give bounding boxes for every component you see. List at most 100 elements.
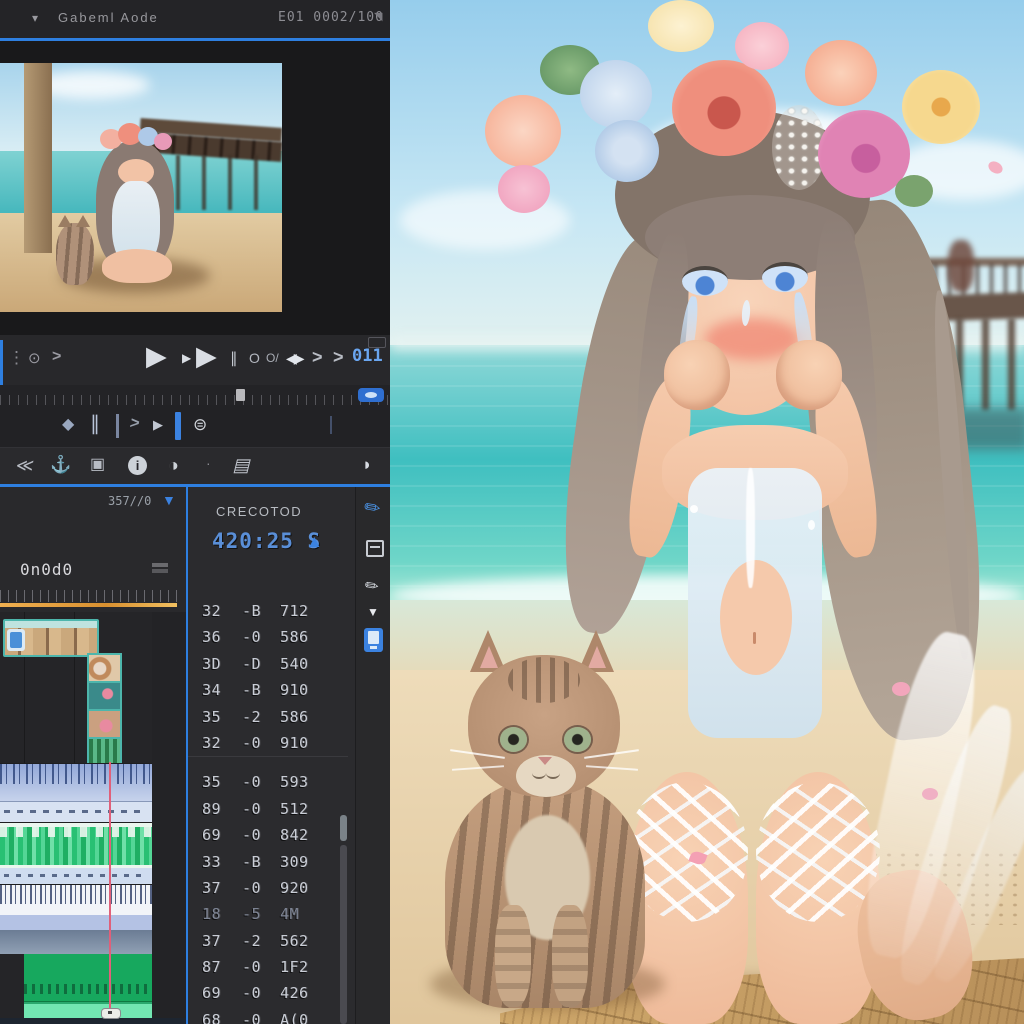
keyframe-diamond-icon[interactable]: ◆ [62, 417, 74, 433]
waveform-peaks [0, 827, 152, 837]
details-header: CRECOTOD [216, 504, 303, 519]
caret-down-icon[interactable]: ▼ [367, 606, 379, 618]
label-strip[interactable] [0, 801, 152, 823]
data-row[interactable]: 69 -0 842 [188, 822, 348, 848]
data-row[interactable]: 32 -0 910 [188, 730, 348, 758]
data-row[interactable]: 3D -D 540 [188, 651, 348, 677]
stop-ring-icon[interactable]: O [249, 351, 260, 365]
girl-fist-left [664, 340, 730, 410]
tick-icon: · [206, 455, 211, 471]
trim-icon[interactable]: ◀▶ [286, 351, 304, 365]
faint-bar-icon [330, 416, 332, 434]
tool-row: ≪ ⚓ ▣ i ◑ · ▤ ◗ [0, 448, 390, 484]
slate-band[interactable] [0, 930, 152, 954]
next-chevron-icon[interactable]: > [312, 348, 323, 366]
data-row[interactable]: 69 -0 426 [188, 980, 348, 1006]
render-badge-icon[interactable] [358, 388, 384, 402]
data-row[interactable]: 18 -5 4M [188, 901, 348, 927]
loop-icon[interactable]: O/ [266, 352, 279, 364]
waveform-dark [0, 885, 152, 904]
data-row[interactable]: 89 -0 512 [188, 796, 348, 822]
single-bar-icon[interactable] [116, 414, 119, 438]
crescent-icon[interactable]: ◗ [362, 456, 372, 473]
label-strip-2[interactable] [0, 868, 152, 884]
panel-frame-icon[interactable] [366, 540, 384, 557]
frame-icon[interactable]: ▣ [90, 457, 105, 473]
artwork-panel [390, 0, 1024, 1024]
pink-flower-accent [892, 682, 910, 696]
data-row[interactable]: 68 -0 A(0 [188, 1007, 348, 1024]
clip-tile[interactable] [87, 653, 122, 684]
kebab-menu-icon[interactable]: ⋮ [8, 349, 25, 366]
data-row[interactable]: 36 -0 586 [188, 624, 348, 650]
dual-bar-icon[interactable]: ∥ [90, 414, 100, 434]
display-mode-icon[interactable] [368, 337, 386, 348]
preview-post [24, 63, 52, 253]
scrub-playhead[interactable] [236, 389, 245, 401]
cat-forehead-stripes [508, 657, 580, 703]
preview-image[interactable] [0, 63, 282, 312]
pause-button[interactable]: ∥ [230, 351, 238, 366]
play-marker-icon[interactable]: ▶ [153, 418, 163, 431]
cat-mouth [532, 767, 546, 779]
active-cursor-bar[interactable] [175, 412, 181, 440]
audio-clip-white[interactable] [0, 884, 152, 931]
sort-caret-icon[interactable]: ▲ [306, 533, 323, 550]
half-circle-icon[interactable]: ◑ [168, 456, 179, 474]
playhead-line[interactable] [109, 762, 111, 1016]
preview-cat-ear [58, 215, 72, 227]
playhead-handle[interactable] [101, 1008, 121, 1019]
audio-clip-green[interactable] [0, 822, 152, 869]
flower-pink-small [498, 165, 550, 213]
cat-head [450, 655, 639, 797]
data-row[interactable]: 35 -2 586 [188, 704, 348, 730]
cat-eye-left [500, 727, 527, 752]
scrollbar[interactable] [340, 845, 347, 1024]
timeline-dropdown-icon[interactable]: ▼ [162, 493, 176, 507]
solid-green-clip[interactable] [24, 954, 152, 1007]
play-small-button[interactable]: ▶ [182, 352, 191, 364]
jog-icon[interactable]: ⊙ [28, 351, 41, 366]
flower-blue-daisy [580, 60, 652, 128]
anchor-icon[interactable]: ⚓ [50, 456, 71, 473]
pen-white-icon[interactable]: ✎ [362, 576, 383, 598]
audio-clip-blue[interactable] [0, 763, 152, 802]
video-clip[interactable] [3, 619, 99, 657]
navel [753, 632, 756, 644]
data-row[interactable]: 32 -B 712 [188, 598, 348, 624]
preview-monitor [0, 41, 390, 335]
flower-peach [485, 95, 561, 167]
scrub-ruler[interactable] [0, 385, 390, 405]
double-chevron-icon[interactable]: ≪ [14, 456, 35, 475]
corner-flag-icon[interactable]: ◥ [374, 12, 382, 23]
play-button-2[interactable]: ▶ [196, 343, 217, 370]
data-row[interactable]: 37 -0 920 [188, 875, 348, 901]
clip-tile[interactable] [87, 709, 122, 740]
info-icon[interactable]: i [128, 456, 147, 475]
data-row[interactable]: 35 -0 593 [188, 769, 348, 795]
data-row[interactable]: 37 -2 562 [188, 928, 348, 954]
layers-export-icon[interactable]: ▤ [232, 455, 254, 475]
scrollbar-cap[interactable] [340, 815, 347, 841]
data-row[interactable]: 34 -B 910 [188, 677, 348, 703]
data-row[interactable]: 87 -0 1F2 [188, 954, 348, 980]
title-bar: ▾ Gabeml Aode E01 0002/100 ◥ [0, 0, 390, 39]
strip-text-marks [4, 810, 144, 813]
waveform [0, 764, 152, 784]
save-device-icon[interactable] [364, 628, 383, 652]
pen-blue-icon[interactable]: ✎ [360, 495, 385, 521]
work-area-bar[interactable] [0, 603, 177, 607]
water-droplet [808, 520, 815, 530]
step-forward-icon[interactable]: > [52, 349, 61, 365]
flag-arrow-icon[interactable]: > [128, 415, 141, 432]
bottom-strip [0, 1018, 186, 1024]
dial-icon[interactable]: ⊜ [193, 416, 207, 433]
data-row[interactable]: 33 -B 309 [188, 849, 348, 875]
panel-frame-line [370, 546, 380, 548]
caret-down-icon[interactable]: ▾ [32, 12, 38, 24]
timeline-panel: 357//0 ▼ 0n0d0 [0, 487, 186, 1024]
play-button[interactable]: ▶ [146, 343, 167, 370]
next-chevron-icon-2[interactable]: > [333, 348, 344, 366]
clip-tile[interactable] [87, 681, 122, 712]
timeline-ruler[interactable] [0, 590, 180, 602]
